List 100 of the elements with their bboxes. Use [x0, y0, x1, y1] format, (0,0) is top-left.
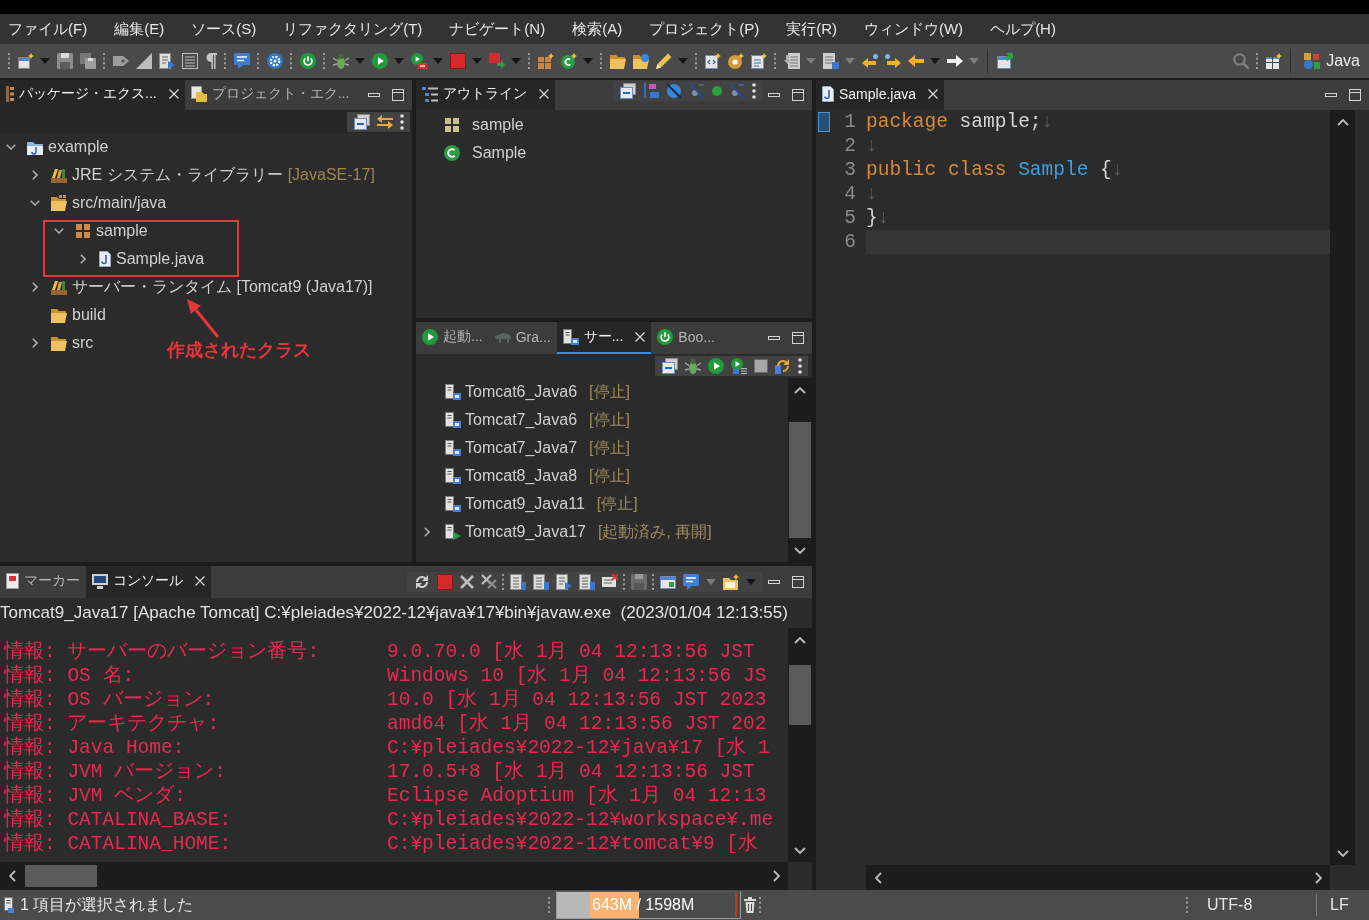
bug-icon[interactable]	[332, 53, 349, 69]
tab[interactable]: パッケージ・エクス...	[0, 80, 185, 110]
speech-bubble-icon[interactable]	[682, 574, 699, 590]
folder-icon[interactable]	[609, 53, 626, 69]
scrollbar-thumb[interactable]	[25, 865, 97, 887]
power-icon[interactable]	[299, 53, 316, 69]
document-icon[interactable]	[578, 574, 595, 590]
scrollbar[interactable]	[866, 865, 1330, 890]
server-item[interactable]: Tomcat9_Java11	[465, 495, 585, 513]
gear-icon[interactable]	[266, 53, 283, 69]
close-icon[interactable]	[459, 575, 474, 589]
maximize-icon[interactable]	[792, 332, 804, 344]
minimize-icon[interactable]	[368, 93, 380, 97]
menu-item[interactable]: ソース(S)	[191, 19, 257, 39]
tag-icon[interactable]	[112, 53, 129, 69]
server-item[interactable]: Tomcat8_Java8	[465, 467, 578, 485]
server-item[interactable]: Tomcat6_Java6	[465, 383, 578, 401]
chevron-down-icon[interactable]	[54, 228, 64, 234]
play-box-icon[interactable]	[410, 53, 427, 69]
document-icon[interactable]	[750, 53, 767, 69]
play-icon[interactable]	[707, 358, 724, 374]
chevron-left-icon[interactable]	[874, 871, 882, 884]
triangle-icon[interactable]	[135, 53, 152, 69]
close-all-icon[interactable]	[480, 574, 497, 590]
pencil-icon[interactable]	[655, 53, 672, 69]
perspective-button[interactable]: Java	[1296, 46, 1369, 76]
document-icon[interactable]	[822, 53, 839, 69]
crossed-out-icon[interactable]	[688, 83, 705, 99]
arrow-left-icon[interactable]	[861, 54, 878, 68]
maximize-icon[interactable]	[792, 576, 804, 588]
minimize-icon[interactable]	[768, 580, 780, 584]
tab[interactable]: Sample.java	[816, 80, 945, 110]
tab[interactable]: Gra...	[488, 322, 557, 354]
collapse-icon[interactable]	[619, 83, 636, 99]
caret-down-icon[interactable]	[705, 579, 716, 585]
floppy-disks-icon[interactable]	[79, 53, 96, 69]
folder-globe-icon[interactable]	[632, 53, 649, 69]
more-icon[interactable]	[797, 358, 802, 374]
menu-item[interactable]: ナビゲート(N)	[449, 19, 546, 39]
tree-item[interactable]: サーバー・ランタイム [Tomcat9 (Java17)]	[72, 276, 373, 298]
menu-item[interactable]: 編集(E)	[114, 19, 165, 39]
menu-item[interactable]: プロジェクト(P)	[649, 19, 760, 39]
window-icon[interactable]	[996, 53, 1013, 69]
document-icon[interactable]	[532, 574, 549, 590]
collapse-icon[interactable]	[661, 358, 678, 374]
chevron-right-icon[interactable]	[32, 338, 38, 348]
scrollbar-thumb[interactable]	[789, 665, 811, 725]
menu-item[interactable]: ウィンドウ(W)	[863, 19, 964, 39]
bug-icon[interactable]	[684, 358, 701, 374]
chevron-down-icon[interactable]	[1336, 849, 1349, 857]
document-arrow-icon[interactable]	[783, 53, 800, 69]
chevron-left-icon[interactable]	[8, 870, 16, 882]
list-icon[interactable]	[181, 53, 198, 69]
tree-item[interactable]: src	[72, 334, 94, 352]
close-icon[interactable]	[635, 332, 646, 342]
chevron-right-icon[interactable]	[32, 282, 38, 292]
crossed-out-icon[interactable]	[728, 83, 745, 99]
menu-item[interactable]: リファクタリング(T)	[283, 19, 423, 39]
server-item[interactable]: Tomcat7_Java6	[465, 411, 578, 429]
chevron-right-icon[interactable]	[32, 170, 38, 180]
close-icon[interactable]	[168, 89, 179, 99]
play-icon[interactable]	[371, 53, 388, 69]
outline-item[interactable]: sample	[472, 116, 524, 134]
arrow-left-icon[interactable]	[907, 55, 924, 67]
sort-icon[interactable]	[642, 83, 659, 99]
code-file-icon[interactable]	[704, 53, 721, 69]
swap-arrows-icon[interactable]	[376, 113, 393, 130]
chevron-right-icon[interactable]	[1314, 871, 1322, 884]
maximize-icon[interactable]	[1349, 89, 1361, 101]
outline-item[interactable]: Sample	[472, 144, 527, 162]
tree-item[interactable]: sample	[96, 222, 148, 240]
tree-item[interactable]: example	[48, 138, 109, 156]
tab[interactable]: マーカー	[0, 566, 86, 598]
document-icon[interactable]	[555, 574, 572, 590]
server-item[interactable]: Tomcat9_Java17	[465, 523, 586, 541]
new-window-icon[interactable]	[17, 53, 34, 69]
menu-item[interactable]: ファイル(F)	[8, 19, 88, 39]
stop-arrow-icon[interactable]	[488, 53, 505, 69]
encoding-label[interactable]: UTF-8	[1207, 896, 1253, 913]
scrollbar[interactable]	[1330, 110, 1355, 865]
maximize-icon[interactable]	[792, 89, 804, 101]
chevron-up-icon[interactable]	[794, 636, 806, 644]
tab[interactable]: サー...	[556, 322, 652, 354]
tree-item[interactable]: build	[72, 306, 106, 324]
document-x-icon[interactable]	[601, 574, 618, 590]
chevron-down-icon[interactable]	[794, 846, 806, 854]
document-icon[interactable]	[158, 53, 175, 69]
refresh-icon[interactable]	[774, 358, 791, 374]
chevron-right-icon[interactable]	[772, 870, 780, 882]
chevron-up-icon[interactable]	[794, 386, 806, 394]
scrollbar-thumb[interactable]	[789, 422, 811, 538]
folder-icon[interactable]	[722, 574, 739, 590]
dot-icon[interactable]	[711, 86, 722, 96]
close-icon[interactable]	[195, 576, 205, 586]
package-icon[interactable]	[537, 53, 554, 69]
collapse-icon[interactable]	[353, 113, 370, 130]
line-delimiter-label[interactable]: LF	[1330, 896, 1349, 913]
server-item[interactable]: Tomcat7_Java7	[465, 439, 578, 457]
minimize-icon[interactable]	[1325, 93, 1337, 97]
scrollbar[interactable]	[0, 862, 788, 890]
